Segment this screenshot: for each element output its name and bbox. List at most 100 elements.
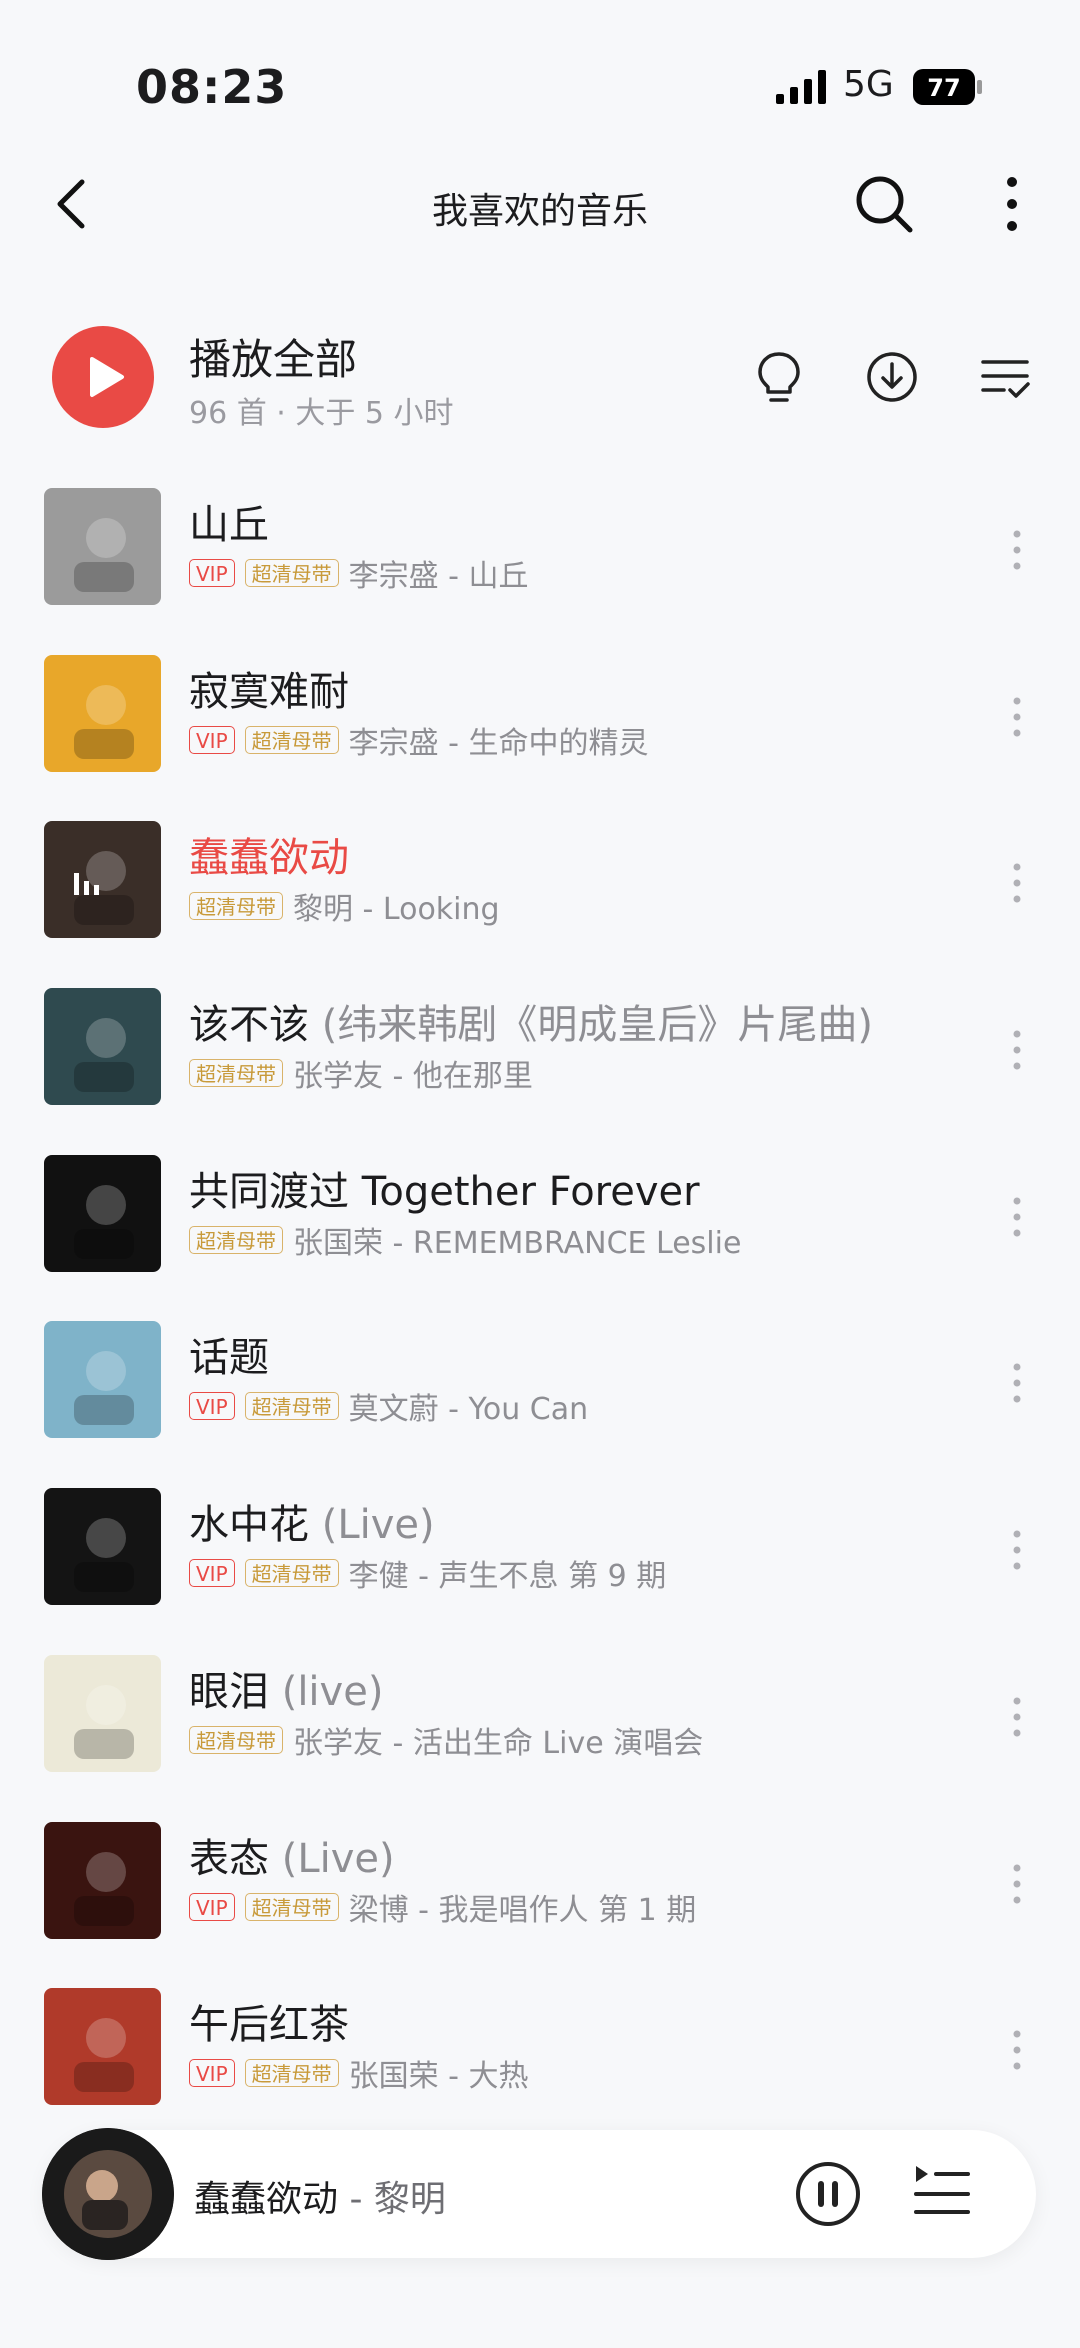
- song-title: 共同渡过 Together Forever: [189, 1159, 700, 1217]
- song-name: 寂寞难耐: [189, 668, 349, 715]
- song-artist-album: 黎明 - Looking: [293, 892, 500, 928]
- play-all-button[interactable]: [52, 326, 154, 428]
- song-row[interactable]: 话题 VIP 超清母带 莫文蔚 - You Can: [0, 1305, 1080, 1472]
- song-artist-album: 李宗盛 - 生命中的精灵: [348, 725, 649, 761]
- song-more-icon[interactable]: [1005, 1028, 1029, 1072]
- song-more-icon[interactable]: [1005, 1361, 1029, 1405]
- song-artist-album: 李宗盛 - 山丘: [348, 559, 529, 594]
- pause-icon[interactable]: [792, 2158, 864, 2230]
- signal-icon: [776, 70, 826, 104]
- song-artist-album: 张国荣 - 大热: [348, 2059, 529, 2095]
- song-artist-album: 李健 - 声生不息 第 9 期: [348, 1559, 667, 1595]
- song-title: 话题: [189, 1325, 269, 1383]
- song-more-icon[interactable]: [1005, 528, 1029, 572]
- master-quality-badge: 超清母带: [189, 892, 283, 921]
- album-cover: [44, 488, 161, 605]
- vip-badge: VIP: [189, 1892, 235, 1921]
- album-cover: [44, 1988, 161, 2106]
- song-more-icon[interactable]: [1005, 1528, 1029, 1572]
- song-title: 蠢蠢欲动: [189, 825, 349, 883]
- song-name: 山丘: [189, 502, 269, 548]
- song-meta: 超清母带 张学友 - 他在那里: [189, 1056, 533, 1094]
- mini-player-track[interactable]: 蠢蠢欲动 - 黎明: [194, 2170, 446, 2222]
- song-title: 水中花 (Live): [189, 1492, 435, 1550]
- play-icon: [90, 357, 124, 397]
- song-meta: VIP 超清母带 李健 - 声生不息 第 9 期: [189, 1556, 666, 1594]
- song-artist-album: 张国荣 - REMEMBRANCE Leslie: [293, 1225, 742, 1261]
- song-more-icon[interactable]: [1005, 1195, 1029, 1239]
- master-quality-badge: 超清母带: [189, 1725, 283, 1754]
- song-name: 表态: [189, 1835, 269, 1882]
- album-cover: [44, 1654, 161, 1772]
- lightbulb-icon[interactable]: [748, 346, 810, 408]
- song-subtitle: (Live): [269, 1835, 395, 1882]
- search-icon[interactable]: [850, 170, 918, 238]
- song-title: 该不该 (纬来韩剧《明成皇后》片尾曲): [189, 992, 873, 1050]
- song-more-icon[interactable]: [1005, 695, 1029, 739]
- more-icon[interactable]: [990, 172, 1034, 236]
- page-title: 我喜欢的音乐: [431, 191, 648, 232]
- song-name: 共同渡过 Together Forever: [189, 1168, 700, 1215]
- mini-player-title: 蠢蠢欲动: [194, 2179, 339, 2220]
- song-title: 山丘: [189, 492, 269, 550]
- master-quality-badge: 超清母带: [189, 1225, 283, 1254]
- album-cover: [44, 988, 161, 1106]
- song-name: 该不该: [189, 1002, 309, 1049]
- mini-player-cover[interactable]: [42, 2128, 174, 2260]
- song-meta: 超清母带 张学友 - 活出生命 Live 演唱会: [189, 1723, 703, 1761]
- song-meta: 超清母带 黎明 - Looking: [189, 889, 500, 927]
- song-name: 话题: [189, 1335, 269, 1382]
- song-row[interactable]: 眼泪 (live) 超清母带 张学友 - 活出生命 Live 演唱会: [0, 1639, 1080, 1806]
- song-row[interactable]: 午后红茶 VIP 超清母带 张国荣 - 大热: [0, 1972, 1080, 2139]
- song-artist-album: 张学友 - 他在那里: [293, 1059, 533, 1095]
- vip-badge: VIP: [189, 725, 235, 754]
- song-meta: VIP 超清母带 李宗盛 - 生命中的精灵: [189, 723, 649, 761]
- vip-badge: VIP: [189, 1559, 235, 1588]
- song-meta: 超清母带 张国荣 - REMEMBRANCE Leslie: [189, 1223, 741, 1261]
- album-cover: [44, 1321, 161, 1439]
- album-cover: [44, 1488, 161, 1606]
- song-more-icon[interactable]: [1005, 1695, 1029, 1739]
- song-meta: VIP 超清母带 莫文蔚 - You Can: [189, 1389, 588, 1427]
- master-quality-badge: 超清母带: [244, 559, 339, 587]
- song-title: 寂寞难耐: [189, 659, 349, 717]
- song-title: 眼泪 (live): [189, 1659, 383, 1717]
- song-more-icon[interactable]: [1005, 861, 1029, 905]
- song-more-icon[interactable]: [1005, 2028, 1029, 2072]
- play-all-header: 播放全部 96 首 · 大于 5 小时: [0, 312, 1080, 452]
- song-row[interactable]: 水中花 (Live) VIP 超清母带 李健 - 声生不息 第 9 期: [0, 1472, 1080, 1639]
- song-row[interactable]: 该不该 (纬来韩剧《明成皇后》片尾曲) 超清母带 张学友 - 他在那里: [0, 972, 1080, 1139]
- song-title: 午后红茶: [189, 1992, 349, 2050]
- battery-level: 77: [927, 74, 960, 102]
- playlist-icon[interactable]: [910, 2160, 974, 2224]
- vip-badge: VIP: [189, 559, 235, 587]
- play-all-label[interactable]: 播放全部: [189, 326, 357, 387]
- song-subtitle: (纬来韩剧《明成皇后》片尾曲): [309, 1002, 873, 1049]
- status-bar: 08:23 5G 77: [0, 0, 1080, 150]
- download-icon[interactable]: [861, 346, 923, 408]
- song-subtitle: (Live): [309, 1502, 435, 1549]
- song-artist-album: 梁博 - 我是唱作人 第 1 期: [348, 1892, 697, 1928]
- song-meta: VIP 超清母带 李宗盛 - 山丘: [189, 556, 529, 594]
- song-name: 水中花: [189, 1502, 309, 1549]
- mini-player[interactable]: 蠢蠢欲动 - 黎明: [42, 2128, 1036, 2260]
- master-quality-badge: 超清母带: [244, 725, 339, 754]
- song-row[interactable]: 寂寞难耐 VIP 超清母带 李宗盛 - 生命中的精灵: [0, 639, 1080, 806]
- album-cover: [44, 654, 161, 772]
- master-quality-badge: 超清母带: [244, 2059, 339, 2088]
- status-time: 08:23: [136, 60, 288, 114]
- song-row[interactable]: 共同渡过 Together Forever 超清母带 张国荣 - REMEMBRAN…: [0, 1139, 1080, 1306]
- song-more-icon[interactable]: [1005, 1862, 1029, 1906]
- multi-select-icon[interactable]: [974, 346, 1036, 408]
- song-row[interactable]: 山丘 VIP 超清母带 李宗盛 - 山丘: [0, 472, 1080, 639]
- album-cover: [44, 1821, 161, 1939]
- song-title: 表态 (Live): [189, 1826, 395, 1884]
- song-artist-album: 张学友 - 活出生命 Live 演唱会: [293, 1725, 704, 1761]
- vip-badge: VIP: [189, 1392, 235, 1421]
- song-count: 96 首 · 大于 5 小时: [189, 396, 454, 431]
- song-row[interactable]: 蠢蠢欲动超清母带 黎明 - Looking: [0, 805, 1080, 972]
- vip-badge: VIP: [189, 2059, 235, 2088]
- song-row[interactable]: 表态 (Live) VIP 超清母带 梁博 - 我是唱作人 第 1 期: [0, 1806, 1080, 1973]
- battery-icon: 77: [912, 68, 984, 106]
- master-quality-badge: 超清母带: [244, 1892, 339, 1921]
